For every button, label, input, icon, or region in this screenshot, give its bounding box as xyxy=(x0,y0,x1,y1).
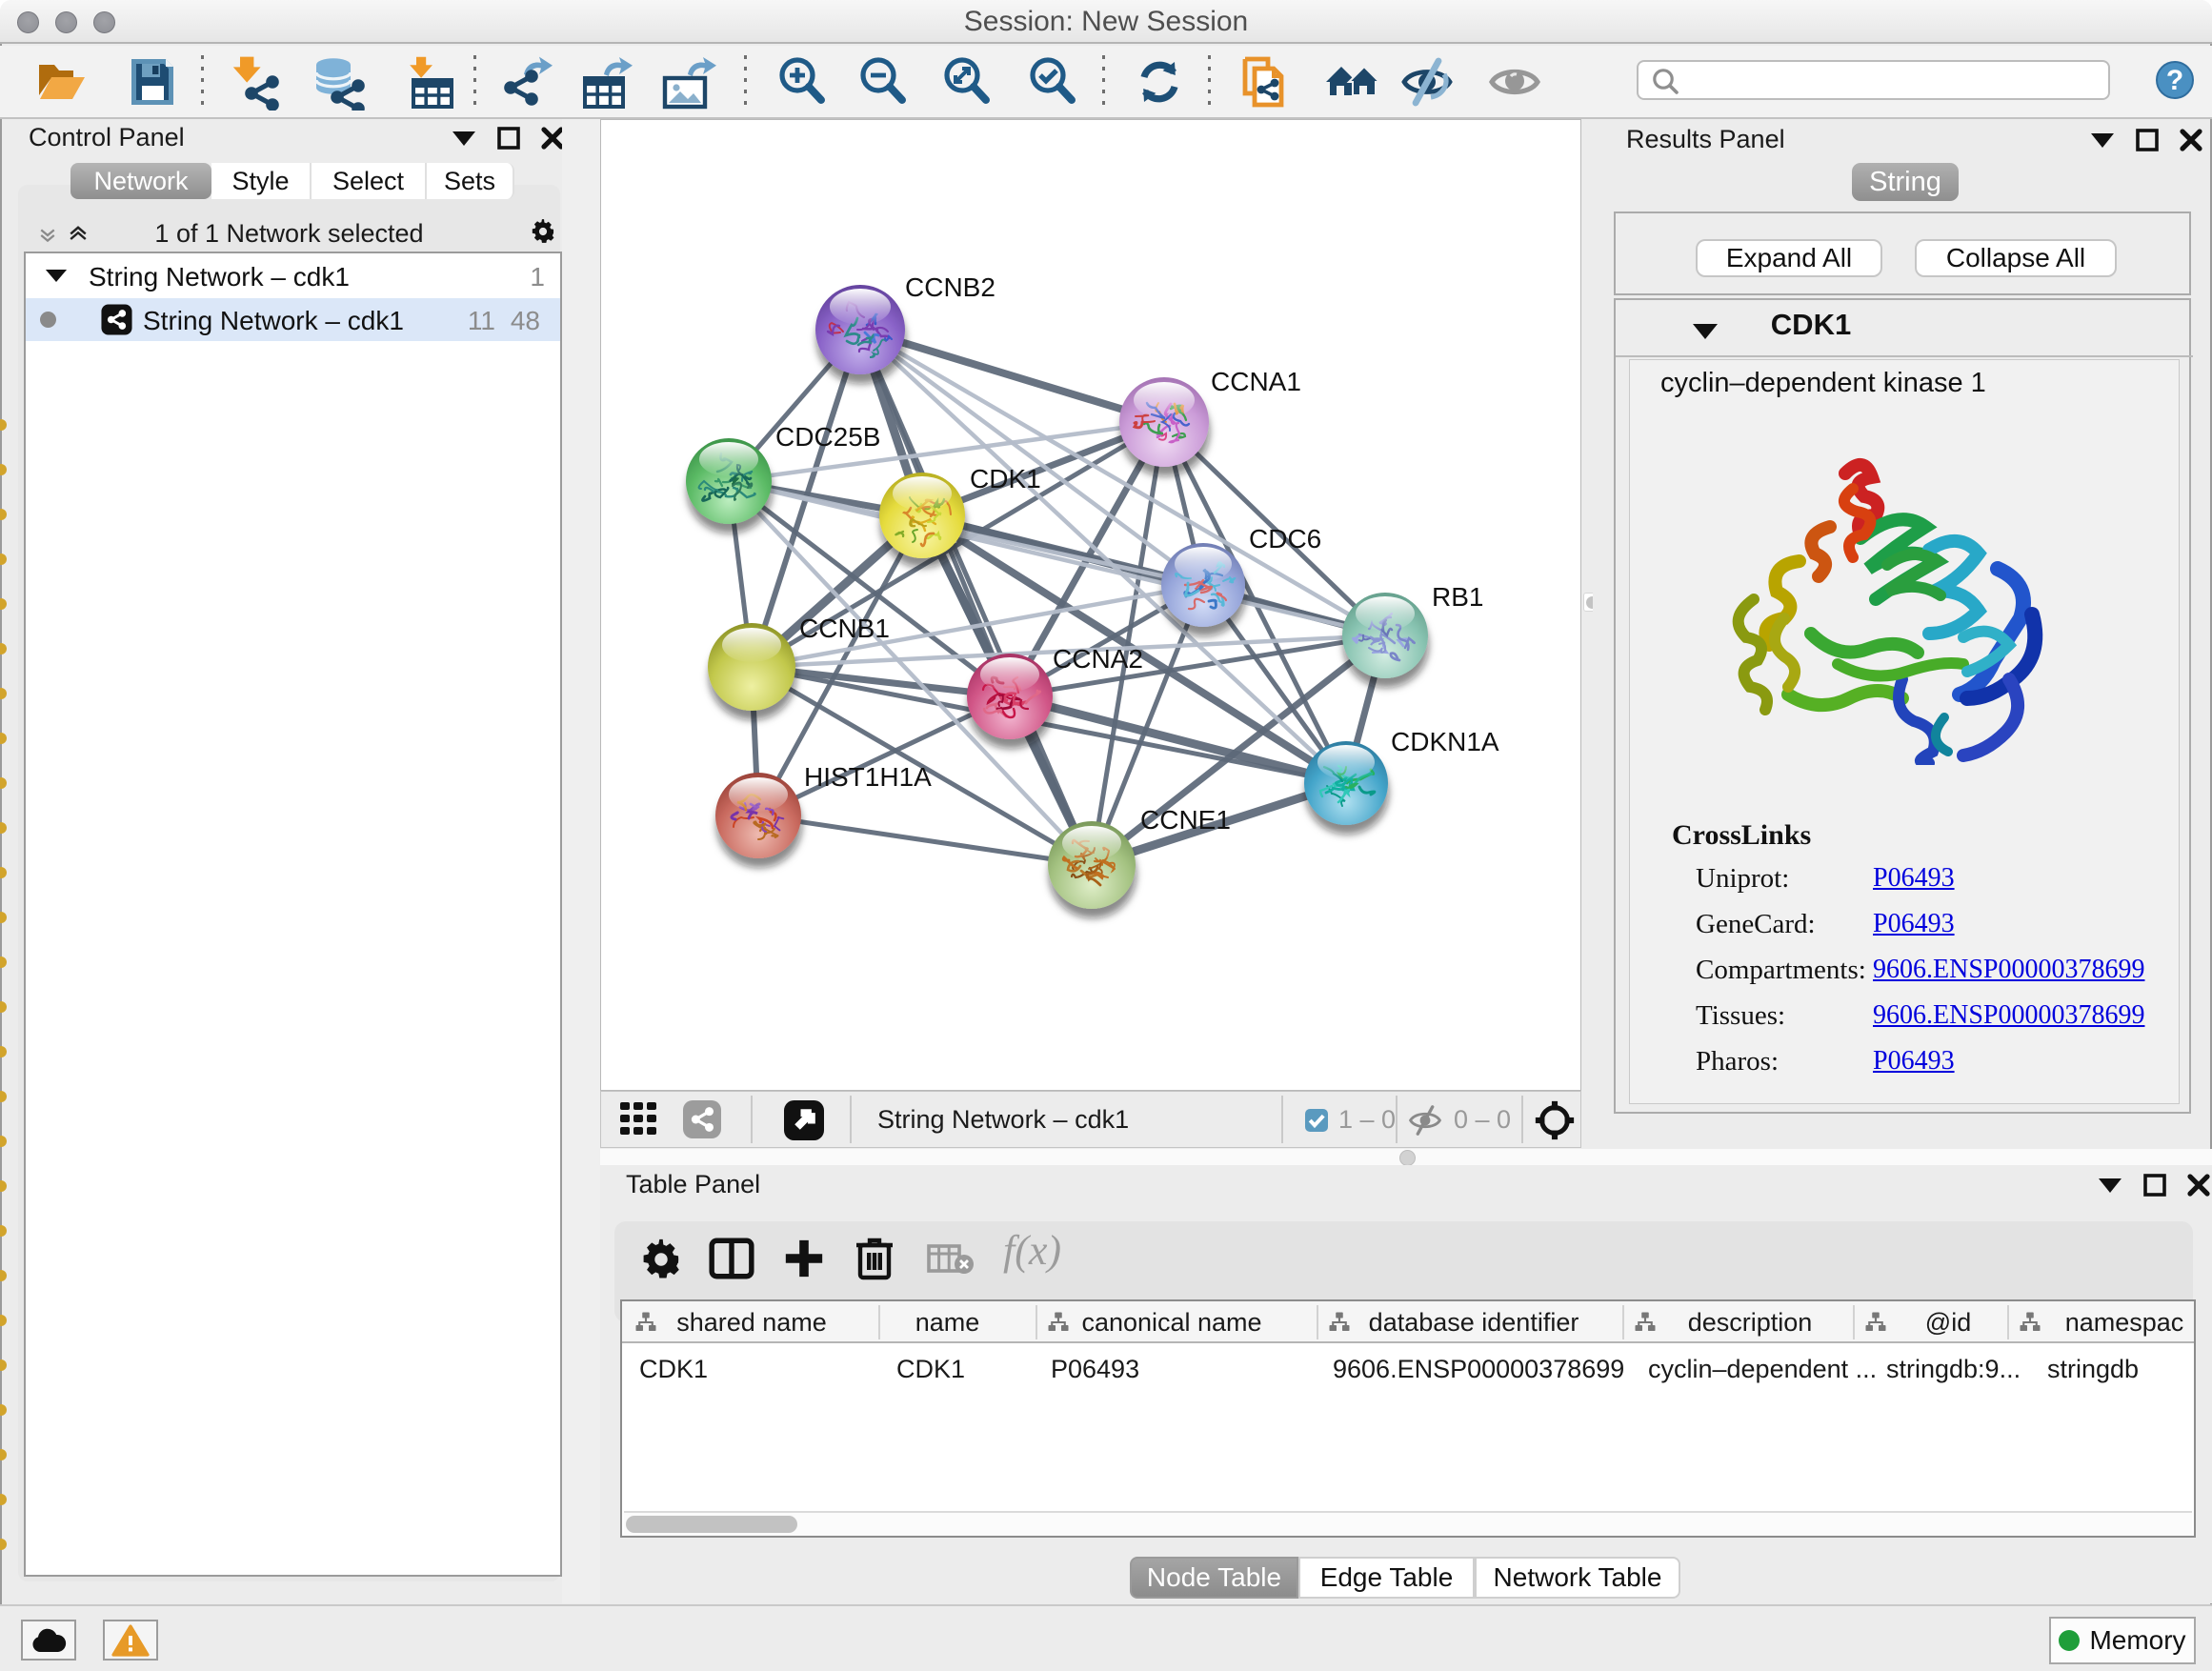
svg-text:CCNB1: CCNB1 xyxy=(799,614,890,643)
svg-text:CCNA2: CCNA2 xyxy=(1053,644,1143,674)
svg-text:CDK1: CDK1 xyxy=(970,464,1041,493)
svg-text:RB1: RB1 xyxy=(1432,582,1483,612)
svg-text:CDC25B: CDC25B xyxy=(775,422,880,452)
svg-text:CCNE1: CCNE1 xyxy=(1140,805,1231,835)
svg-text:CCNB2: CCNB2 xyxy=(905,272,995,302)
svg-text:CCNA1: CCNA1 xyxy=(1211,367,1301,396)
svg-text:CDKN1A: CDKN1A xyxy=(1391,727,1499,756)
svg-text:CDC6: CDC6 xyxy=(1249,524,1321,554)
svg-text:HIST1H1A: HIST1H1A xyxy=(804,762,932,792)
